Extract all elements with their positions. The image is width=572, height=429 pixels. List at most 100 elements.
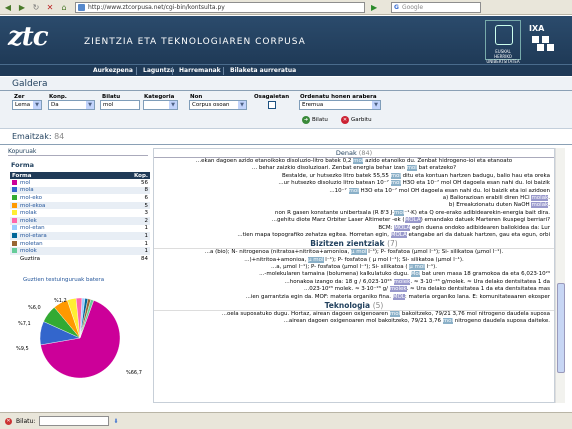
concordance-line[interactable]: ...ien garrantzia egin da. MOF: materia …: [154, 293, 554, 301]
bilatu-input[interactable]: mol: [100, 100, 140, 110]
search-button[interactable]: ➜ Bilatu: [302, 116, 328, 124]
ehu-logo[interactable]: EUSKAL HERRIKO UNIBERTSITATEA: [485, 20, 521, 64]
concordance-line[interactable]: ...)+nitritoa+amonioa, µ mol l⁻¹); P- fo…: [154, 256, 554, 264]
keyword-highlight[interactable]: µ mol: [308, 256, 324, 263]
forma-cell[interactable]: molak: [10, 209, 106, 217]
concordance-line[interactable]: ...023·10²³ molek. ≈ 3·10⁻²³ g/ molek. ≈…: [154, 286, 554, 293]
keyword-highlight[interactable]: molek: [389, 286, 407, 293]
table-row[interactable]: mol-etara 1: [10, 232, 150, 240]
forma-cell[interactable]: mola: [10, 186, 106, 195]
forma-cell[interactable]: molok: [10, 247, 106, 255]
forma-cell[interactable]: molek: [10, 216, 106, 225]
concordance-line[interactable]: Bestalde, ur hutsezko litro batek 55,55 …: [154, 172, 554, 180]
keyword-highlight[interactable]: molak: [531, 194, 549, 201]
konp-select[interactable]: Da ▼: [48, 100, 95, 110]
table-row[interactable]: molok 1: [10, 247, 150, 255]
forma-cell[interactable]: mol-etara: [10, 232, 106, 240]
keyword-highlight[interactable]: MOL: [392, 293, 405, 300]
concordance-line[interactable]: non R gasen konstante unibertsala (R 8'3…: [154, 209, 554, 217]
keyword-highlight[interactable]: MOLA: [394, 224, 411, 231]
keyword-highlight[interactable]: Mol: [410, 271, 421, 278]
keyword-highlight[interactable]: molek: [393, 278, 411, 285]
menu-bilaketa-aurreratua[interactable]: Bilaketa aurreratua: [230, 67, 296, 74]
keyword-highlight[interactable]: molak: [531, 202, 549, 209]
table-row[interactable]: mol 56: [10, 179, 150, 187]
keyword-highlight[interactable]: µ mol: [409, 264, 425, 271]
back-icon[interactable]: ◀: [2, 2, 14, 13]
ixa-logo[interactable]: IXA: [526, 24, 566, 58]
table-row[interactable]: mol-eko 6: [10, 194, 150, 202]
keyword-highlight[interactable]: mol: [442, 318, 453, 325]
home-icon[interactable]: ⌂: [58, 2, 70, 13]
concordance-line[interactable]: ...10⁻⁷ mol H3O eta 10⁻⁷ mol OH dagoela …: [154, 187, 554, 195]
table-row[interactable]: molek 2: [10, 216, 150, 225]
keyword-highlight[interactable]: mol: [390, 180, 401, 187]
table-row[interactable]: mol-ekoa 5: [10, 201, 150, 210]
keyword-highlight[interactable]: MOLA: [390, 231, 407, 238]
chevron-down-icon: ▼: [372, 101, 380, 109]
ztc-logo[interactable]: ztc: [8, 22, 49, 52]
menu-laguntza[interactable]: Laguntza: [143, 67, 174, 74]
zer-select[interactable]: Lema ▼: [12, 100, 42, 110]
table-row[interactable]: mola 8: [10, 186, 150, 195]
go-icon[interactable]: ▶: [371, 3, 381, 12]
context-text: ...ien garrantzia egin da. MOF: materia …: [245, 293, 393, 300]
scrollbar-thumb[interactable]: [557, 283, 565, 373]
keyword-highlight[interactable]: mol: [394, 209, 405, 216]
site-title: ZIENTZIA ETA TEKNOLOGIAREN CORPUSA: [84, 37, 306, 47]
concordance-line[interactable]: ...ekan dagoen azido etanoikoko disoluzi…: [154, 158, 554, 165]
concordance-line[interactable]: ...oela suposatuko dugu. Hortaz, airean …: [154, 311, 554, 318]
arrow-down-icon[interactable]: ⬇: [113, 418, 118, 425]
kop-cell: 1: [105, 232, 150, 240]
concordance-line[interactable]: ...ur hutsezko disoluzio litro batean 10…: [154, 180, 554, 187]
concordance-line[interactable]: ...airean dagoen oxigenoaren mol bakoitz…: [154, 318, 554, 325]
keyword-highlight[interactable]: mol: [348, 187, 359, 194]
concordance-line[interactable]: ...honakoa izango da: 18 g / 6,023·10²³ …: [154, 278, 554, 286]
pie-caption[interactable]: Guztien testuinguruak batera: [23, 277, 104, 283]
forma-cell[interactable]: mol-etan: [10, 225, 106, 233]
forma-cell[interactable]: mol: [10, 179, 106, 187]
context-text: l⁻¹); P- fosfatoa ( µ mol l⁻¹); Si- sili…: [323, 256, 464, 263]
forma-label: molek: [20, 217, 37, 224]
table-row[interactable]: mol-etan 1: [10, 225, 150, 233]
concordance-line[interactable]: BCM: MOLA egin duena ondoko adibidearen …: [154, 224, 554, 232]
vertical-scrollbar[interactable]: [555, 148, 565, 403]
forma-cell[interactable]: mol-eko: [10, 194, 106, 202]
keyword-highlight[interactable]: MOLA: [404, 217, 421, 224]
concordance-line[interactable]: ...a, µmol l⁻¹); P- fosfatoa (µmol l⁻¹);…: [154, 264, 554, 271]
find-input[interactable]: [39, 416, 110, 426]
forma-cell[interactable]: mol-ekoa: [10, 201, 106, 210]
forma-cell[interactable]: moletan: [10, 240, 106, 248]
concordance-line[interactable]: ...a (bio); N- nitrogenoa (nitratoa+nitr…: [154, 249, 554, 256]
chevron-down-icon: ▼: [238, 101, 246, 109]
osagaietan-checkbox[interactable]: [268, 101, 276, 109]
keyword-highlight[interactable]: mol: [389, 311, 401, 318]
concordance-line[interactable]: ...gehitu diote Marz Orbiter Laser Altim…: [154, 217, 554, 224]
non-select[interactable]: Corpus osoan ▼: [189, 100, 247, 110]
forward-icon[interactable]: ▶: [16, 2, 28, 13]
web-search-input[interactable]: G Google: [391, 1, 481, 13]
concordance-line[interactable]: ...tien mapa topografiko zehatza egitea.…: [154, 231, 554, 239]
context-text: a) Baliorazioan erabili diren HCl: [442, 194, 532, 201]
total-row: Guztira 84: [10, 255, 150, 263]
stop-icon[interactable]: ✕: [44, 2, 56, 13]
kategoria-select[interactable]: ▼: [143, 100, 178, 110]
concordance-line[interactable]: a) Baliorazioan erabili diren HCl molak.: [154, 194, 554, 202]
menu-aurkezpena[interactable]: Aurkezpena: [93, 67, 133, 74]
reload-icon[interactable]: ↻: [30, 2, 42, 13]
concordance-line[interactable]: ... behar zaizkio disoluzioari. Zenbat e…: [154, 165, 554, 172]
context-text: : materia organiko lana. E: komunitateaa…: [404, 293, 550, 300]
concordance-line[interactable]: ...-molekularen tamaina (bolumena) kalku…: [154, 271, 554, 278]
url-bar[interactable]: http://www.ztcorpusa.net/cgi-bin/kontsul…: [75, 1, 365, 13]
keyword-highlight[interactable]: mol: [353, 158, 364, 164]
table-row[interactable]: molak 3: [10, 209, 150, 217]
keyword-highlight[interactable]: µ mol: [351, 249, 367, 256]
clear-button[interactable]: ✕ Garbitu: [341, 116, 372, 124]
table-row[interactable]: moletan 1: [10, 240, 150, 248]
ordenatu-select[interactable]: Eremua ▼: [299, 100, 381, 110]
keyword-highlight[interactable]: mol: [406, 165, 417, 172]
menu-harremanak[interactable]: Harremanak: [179, 67, 221, 74]
concordance-line[interactable]: b) Erreakzionatu duten NaOH molak.: [154, 202, 554, 209]
keyword-highlight[interactable]: mol: [390, 172, 401, 179]
close-icon[interactable]: ✕: [5, 417, 12, 425]
